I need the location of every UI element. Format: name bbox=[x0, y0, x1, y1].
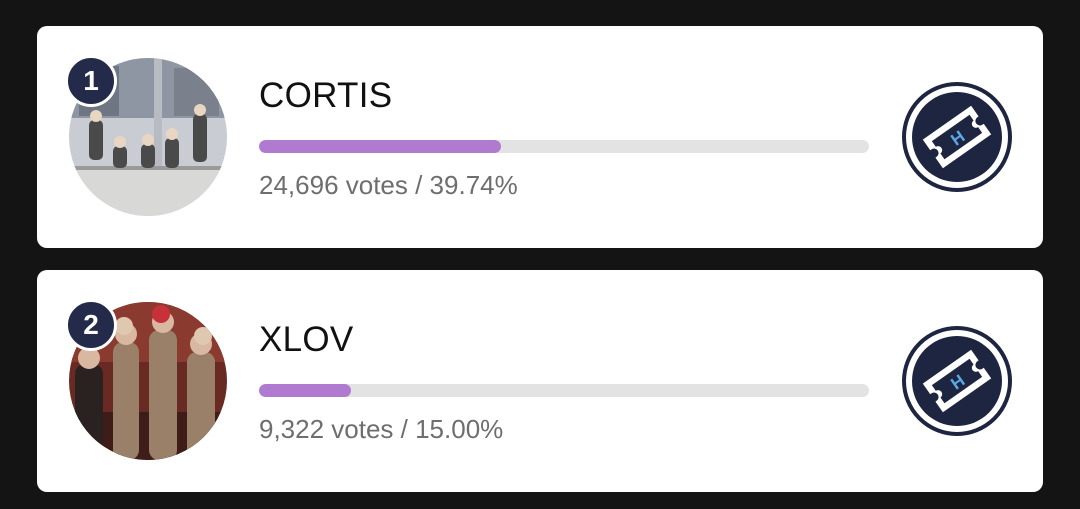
vote-ranking-list: 1 CORTIS 24,696 votes / 39.74% H 2 XLOV … bbox=[0, 0, 1080, 509]
candidate-name: XLOV bbox=[259, 320, 354, 359]
ticket-h-icon: H bbox=[902, 82, 1012, 192]
vote-button[interactable]: H bbox=[901, 325, 1013, 437]
candidate-name: CORTIS bbox=[259, 76, 393, 115]
rank-badge: 1 bbox=[65, 55, 117, 107]
vote-stats: 24,696 votes / 39.74% bbox=[259, 170, 518, 200]
vote-button[interactable]: H bbox=[901, 81, 1013, 193]
ticket-h-icon: H bbox=[902, 326, 1012, 436]
vote-progress-bar bbox=[259, 384, 869, 397]
vote-stats: 9,322 votes / 15.00% bbox=[259, 414, 504, 444]
candidate-card[interactable]: 1 CORTIS 24,696 votes / 39.74% H bbox=[37, 26, 1043, 248]
candidate-card[interactable]: 2 XLOV 9,322 votes / 15.00% H bbox=[37, 270, 1043, 492]
vote-progress-fill bbox=[259, 384, 351, 397]
rank-badge: 2 bbox=[65, 299, 117, 351]
vote-progress-fill bbox=[259, 140, 502, 153]
vote-progress-bar bbox=[259, 140, 869, 153]
